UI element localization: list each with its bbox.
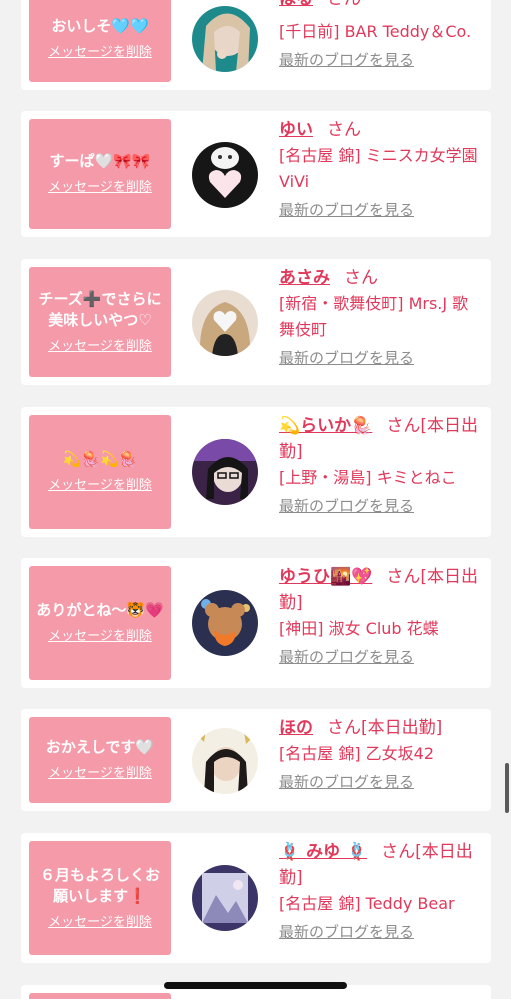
message-bubble (29, 993, 171, 999)
sender-name-link[interactable]: 🪢 みゆ 🪢 (279, 842, 367, 862)
sender-info: はる さん [千日前] BAR Teddy＆Co. 最新のブログを見る (279, 0, 484, 71)
home-indicator[interactable] (164, 982, 347, 989)
message-bubble: 💫🪼💫🪼 メッセージを削除 (29, 415, 171, 529)
shop-name: [神田] 淑女 Club 花蝶 (279, 619, 439, 638)
avatar[interactable] (192, 6, 258, 72)
honorific: さん (327, 0, 361, 9)
message-text: すーぱ🤍🎀🎀 (49, 152, 151, 170)
avatar-photo-icon (192, 865, 258, 931)
delete-message-link[interactable]: メッセージを削除 (48, 338, 152, 356)
message-text: おかえしです🤍 (45, 738, 155, 756)
sender-name-link[interactable]: 💫らいか🪼 (279, 416, 372, 436)
avatar-photo-icon (192, 6, 258, 72)
avatar[interactable] (192, 728, 258, 794)
avatar[interactable] (192, 142, 258, 208)
honorific: さん (344, 268, 378, 288)
message-text: おいしそ🩵🩵 (51, 17, 149, 35)
sender-name-link[interactable]: ほの (279, 718, 313, 738)
delete-message-link[interactable]: メッセージを削除 (48, 765, 152, 783)
message-card: ６月もよろしくお願いします❗ メッセージを削除 🪢 みゆ 🪢 さん[本日出勤] [… (21, 833, 491, 963)
shop-name: [名古屋 錦] 乙女坂42 (279, 744, 435, 763)
shop-name: [名古屋 錦] Teddy Bear (279, 894, 455, 913)
latest-blog-link[interactable]: 最新のブログを見る (279, 771, 484, 793)
avatar-photo-icon (192, 142, 258, 208)
sender-name-link[interactable]: はる (279, 0, 313, 9)
message-card: すーぱ🤍🎀🎀 メッセージを削除 ゆい さん [名古屋 錦] ミニスカ女学園ViVi… (21, 111, 491, 237)
message-bubble: おかえしです🤍 メッセージを削除 (29, 717, 171, 803)
shop-name: [上野・湯島] キミとねこ (279, 468, 457, 487)
avatar[interactable] (192, 290, 258, 356)
message-bubble: ありがとね〜🐯💗 メッセージを削除 (29, 566, 171, 680)
message-text: 💫🪼💫🪼 (62, 450, 138, 468)
delete-message-link[interactable]: メッセージを削除 (48, 44, 152, 62)
sender-info: あさみ さん [新宿・歌舞伎町] Mrs.J 歌舞伎町 最新のブログを見る (279, 265, 484, 369)
sender-name-link[interactable]: ゆい (279, 120, 313, 140)
delete-message-link[interactable]: メッセージを削除 (48, 179, 152, 197)
sender-name-link[interactable]: あさみ (279, 268, 330, 288)
sender-info: 🪢 みゆ 🪢 さん[本日出勤] [名古屋 錦] Teddy Bear 最新のブログ… (279, 839, 484, 943)
latest-blog-link[interactable]: 最新のブログを見る (279, 347, 484, 369)
message-card: 💫🪼💫🪼 メッセージを削除 💫らいか🪼 さん[本日出勤] [上野・湯島] キミとね… (21, 407, 491, 537)
avatar-photo-icon (192, 439, 258, 505)
sender-info: ほの さん[本日出勤] [名古屋 錦] 乙女坂42 最新のブログを見る (279, 715, 484, 793)
message-card: ありがとね〜🐯💗 メッセージを削除 ゆうひ🌇💖 さん[本日出勤] [神田] 淑女 … (21, 558, 491, 688)
avatar-photo-icon (192, 590, 258, 656)
avatar[interactable] (192, 590, 258, 656)
latest-blog-link[interactable]: 最新のブログを見る (279, 646, 484, 668)
sender-info: 💫らいか🪼 さん[本日出勤] [上野・湯島] キミとねこ 最新のブログを見る (279, 413, 484, 517)
latest-blog-link[interactable]: 最新のブログを見る (279, 921, 484, 943)
avatar[interactable] (192, 865, 258, 931)
message-list: おいしそ🩵🩵 メッセージを削除 はるさん [千日前] BAR Teddy＆Co.… (0, 0, 511, 999)
message-card: おいしそ🩵🩵 メッセージを削除 はる さん [千日前] BAR Teddy＆Co.… (21, 0, 491, 90)
avatar-photo-icon (192, 728, 258, 794)
message-bubble: おいしそ🩵🩵 メッセージを削除 (29, 0, 171, 82)
latest-blog-link[interactable]: 最新のブログを見る (279, 49, 484, 71)
shop-name: [新宿・歌舞伎町] Mrs.J 歌舞伎町 (279, 294, 469, 339)
avatar[interactable] (192, 439, 258, 505)
message-bubble: チーズ➕でさらに美味しいやつ♡ メッセージを削除 (29, 267, 171, 377)
delete-message-link[interactable]: メッセージを削除 (48, 914, 152, 932)
message-bubble: ６月もよろしくお願いします❗ メッセージを削除 (29, 841, 171, 955)
avatar-photo-icon (192, 290, 258, 356)
message-bubble: すーぱ🤍🎀🎀 メッセージを削除 (29, 119, 171, 229)
sender-name-link[interactable]: ゆうひ🌇💖 (279, 567, 372, 587)
delete-message-link[interactable]: メッセージを削除 (48, 477, 152, 495)
sender-info: ゆい さん [名古屋 錦] ミニスカ女学園ViVi 最新のブログを見る (279, 117, 484, 221)
message-text: ありがとね〜🐯💗 (36, 601, 164, 619)
honorific: さん[本日出勤] (327, 718, 443, 738)
scrollbar-thumb[interactable] (505, 763, 509, 813)
honorific: さん (327, 120, 361, 140)
shop-name: [千日前] BAR Teddy＆Co. (279, 22, 472, 41)
delete-message-link[interactable]: メッセージを削除 (48, 628, 152, 646)
message-text: ６月もよろしくお願いします❗ (39, 865, 160, 905)
latest-blog-link[interactable]: 最新のブログを見る (279, 199, 484, 221)
message-card: チーズ➕でさらに美味しいやつ♡ メッセージを削除 あさみ さん [新宿・歌舞伎町]… (21, 259, 491, 385)
message-text: チーズ➕でさらに美味しいやつ♡ (38, 289, 162, 329)
sender-info: ゆうひ🌇💖 さん[本日出勤] [神田] 淑女 Club 花蝶 最新のブログを見る (279, 564, 484, 668)
shop-name: [名古屋 錦] ミニスカ女学園ViVi (279, 146, 478, 191)
latest-blog-link[interactable]: 最新のブログを見る (279, 495, 484, 517)
message-card: おかえしです🤍 メッセージを削除 ほの さん[本日出勤] [名古屋 錦] 乙女坂4… (21, 709, 491, 811)
